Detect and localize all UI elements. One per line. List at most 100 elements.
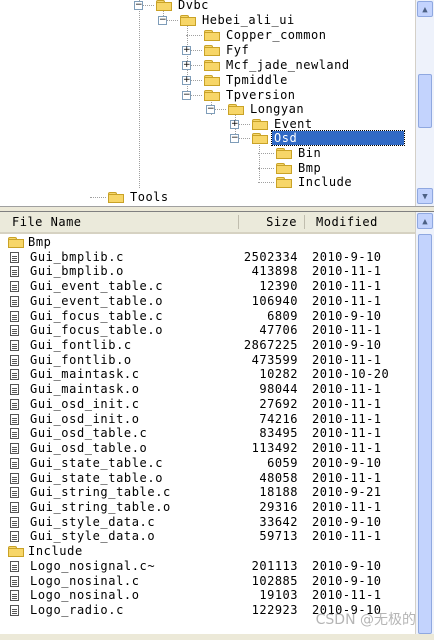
file-row[interactable]: Gui_osd_init.o 74216 2010-11-1 xyxy=(0,412,416,427)
file-name: Gui_osd_table.o xyxy=(30,441,148,456)
watermark-text: CSDN @无极的 xyxy=(315,612,416,628)
file-row[interactable]: Gui_string_table.c 18188 2010-9-21 xyxy=(0,485,416,500)
file-name: Gui_maintask.o xyxy=(30,382,140,397)
scroll-down-icon[interactable]: ▼ xyxy=(417,188,433,204)
collapse-icon[interactable]: − xyxy=(206,105,215,114)
folder-icon xyxy=(204,45,220,56)
file-name: Gui_style_data.o xyxy=(30,529,156,544)
file-modified: 2010-11-1 xyxy=(312,499,382,514)
expand-icon[interactable]: + xyxy=(230,120,239,129)
file-icon xyxy=(10,295,19,307)
column-divider[interactable] xyxy=(304,215,305,229)
file-name: Gui_bmplib.o xyxy=(30,264,124,279)
tree-node-label: Tpversion xyxy=(226,88,296,102)
status-bar xyxy=(0,634,434,640)
tree-node[interactable]: + Tpmiddle xyxy=(182,73,434,87)
folder-body xyxy=(108,194,124,203)
tree-node[interactable]: − Osd xyxy=(230,130,434,146)
file-row[interactable]: Gui_fontlib.o 473599 2010-11-1 xyxy=(0,353,416,368)
tree-node[interactable]: − Tpversion xyxy=(182,88,434,102)
list-scroll-thumb[interactable] xyxy=(418,234,432,634)
expand-icon[interactable]: + xyxy=(182,76,191,85)
file-name: Gui_state_table.c xyxy=(30,455,164,470)
file-row[interactable]: Gui_focus_table.o 47706 2010-11-1 xyxy=(0,323,416,338)
tree-connector-line xyxy=(139,0,140,188)
scroll-up-icon[interactable]: ▲ xyxy=(417,1,433,17)
tree-node-label: Fyf xyxy=(226,43,250,57)
file-row[interactable]: Logo_nosinal.o 19103 2010-11-1 xyxy=(0,588,416,603)
tree-node[interactable]: Copper_common xyxy=(186,28,434,42)
tree-node-label: Osd xyxy=(271,130,405,146)
file-name: Gui_focus_table.c xyxy=(30,308,164,323)
folder-row[interactable]: Bmp xyxy=(0,235,416,250)
file-icon xyxy=(10,531,19,543)
file-row[interactable]: Gui_osd_init.c 27692 2010-11-1 xyxy=(0,397,416,412)
file-row[interactable]: Gui_state_table.o 48058 2010-11-1 xyxy=(0,471,416,486)
tree-node-label: Copper_common xyxy=(226,28,327,42)
file-name: Logo_nosinal.o xyxy=(30,588,140,603)
column-header-modified[interactable]: Modified xyxy=(312,212,402,232)
tree-node-label: Mcf_jade_newland xyxy=(226,58,350,72)
file-list: Bmp Gui_bmplib.c 2502334 2010-9-10 Gui_bmpli… xyxy=(0,235,416,637)
tree-connector-line xyxy=(90,197,106,198)
tree-node[interactable]: Tools xyxy=(90,190,368,204)
expand-icon[interactable]: + xyxy=(182,61,191,70)
folder-icon xyxy=(108,192,124,203)
file-row[interactable]: Gui_state_table.c 6059 2010-9-10 xyxy=(0,456,416,471)
tree-node[interactable]: − Hebei_ali_ui xyxy=(158,13,434,27)
file-row[interactable]: Gui_style_data.o 59713 2010-11-1 xyxy=(0,529,416,544)
file-list-pane[interactable]: File Name Size Modified Bmp Gui_bmplib.c 2… xyxy=(0,211,434,637)
file-size: 98044 xyxy=(259,382,298,397)
file-size: 47706 xyxy=(259,323,298,338)
file-modified: 2010-11-1 xyxy=(312,588,382,603)
folder-body xyxy=(204,77,220,86)
file-row[interactable]: Gui_event_table.o 106940 2010-11-1 xyxy=(0,294,416,309)
scroll-up-icon[interactable]: ▲ xyxy=(417,213,433,229)
file-row[interactable]: Gui_maintask.c 10282 2010-10-20 xyxy=(0,367,416,382)
file-row[interactable]: Gui_focus_table.c 6809 2010-9-10 xyxy=(0,309,416,324)
file-row[interactable]: Logo_nosinal.c 102885 2010-9-10 xyxy=(0,574,416,589)
folder-row[interactable]: Include xyxy=(0,544,416,559)
collapse-icon[interactable]: − xyxy=(230,134,239,143)
file-row[interactable]: Gui_string_table.o 29316 2010-11-1 xyxy=(0,500,416,515)
tree-connector-line xyxy=(258,168,274,169)
file-modified: 2010-9-10 xyxy=(312,308,382,323)
tree-node[interactable]: Include xyxy=(258,175,434,189)
collapse-icon[interactable]: − xyxy=(158,16,167,25)
file-row[interactable]: Gui_fontlib.c 2867225 2010-9-10 xyxy=(0,338,416,353)
tree-scroll-thumb[interactable] xyxy=(418,74,432,128)
file-icon xyxy=(10,310,19,322)
list-vertical-scrollbar[interactable]: ▲ xyxy=(415,212,434,637)
file-row[interactable]: Logo_nosignal.c~ 201113 2010-9-10 xyxy=(0,559,416,574)
file-name: Gui_state_table.o xyxy=(30,470,164,485)
file-row[interactable]: Gui_bmplib.o 413898 2010-11-1 xyxy=(0,264,416,279)
file-size: 6809 xyxy=(267,308,298,323)
file-row[interactable]: Gui_maintask.o 98044 2010-11-1 xyxy=(0,382,416,397)
tree-node[interactable]: + Event xyxy=(230,117,434,131)
tree-vertical-scrollbar[interactable]: ▲ ▼ xyxy=(415,0,434,206)
file-icon xyxy=(10,428,19,440)
file-row[interactable]: Gui_bmplib.c 2502334 2010-9-10 xyxy=(0,250,416,265)
tree-node[interactable]: − Longyan xyxy=(206,102,434,116)
folder-body xyxy=(8,239,24,248)
folder-tree-pane[interactable]: − Dvbc − Hebei_ali_ui Copper_common + Fyf + Mcf_… xyxy=(0,0,434,207)
tree-node[interactable]: Bmp xyxy=(258,161,434,175)
folder-icon xyxy=(276,148,292,159)
tree-node[interactable]: − Dvbc xyxy=(134,0,416,12)
file-size: 6059 xyxy=(267,455,298,470)
tree-node[interactable]: + Fyf xyxy=(182,43,434,57)
file-row[interactable]: Gui_style_data.c 33642 2010-9-10 xyxy=(0,515,416,530)
file-size: 473599 xyxy=(251,352,298,367)
tree-node[interactable]: + Mcf_jade_newland xyxy=(182,58,434,72)
collapse-icon[interactable]: − xyxy=(182,91,191,100)
expand-icon[interactable]: + xyxy=(182,46,191,55)
tree-node[interactable]: Bin xyxy=(258,146,434,160)
file-row[interactable]: Gui_osd_table.c 83495 2010-11-1 xyxy=(0,426,416,441)
file-row[interactable]: Gui_osd_table.o 113492 2010-11-1 xyxy=(0,441,416,456)
tree-node-label: Bin xyxy=(298,146,322,160)
file-modified: 2010-9-21 xyxy=(312,485,382,500)
column-header-file-name[interactable]: File Name xyxy=(8,212,238,232)
collapse-icon[interactable]: − xyxy=(134,1,143,10)
file-row[interactable]: Gui_event_table.c 12390 2010-11-1 xyxy=(0,279,416,294)
column-header-size[interactable]: Size xyxy=(239,212,301,232)
